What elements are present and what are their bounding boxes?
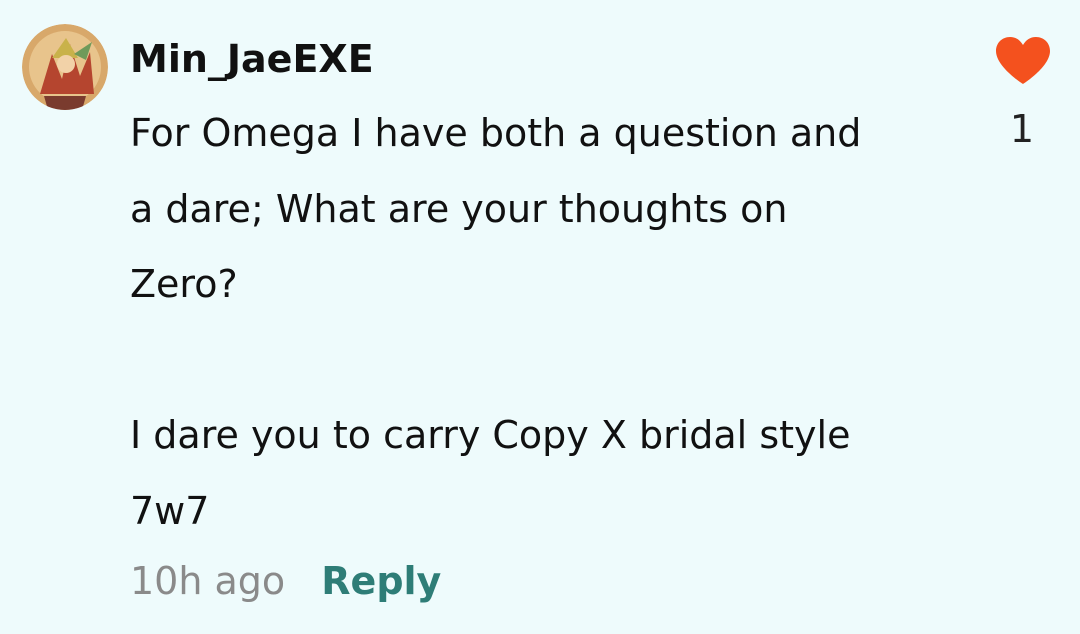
comment-text: For Omega I have both a question and a d…	[130, 96, 950, 549]
like-button[interactable]	[994, 36, 1052, 86]
avatar[interactable]	[22, 24, 108, 110]
comment-line: Zero?	[130, 262, 238, 306]
comment-line: a dare; What are your thoughts on	[130, 186, 788, 231]
comment-line: I dare you to carry Copy X bridal style	[130, 413, 851, 457]
timestamp: 10h ago	[130, 559, 286, 603]
avatar-icon	[22, 24, 108, 110]
heart-icon	[996, 37, 1050, 84]
comment-line: For Omega I have both a question and	[130, 111, 862, 155]
like-count: 1	[1009, 107, 1035, 151]
comment-line	[130, 323, 950, 399]
username[interactable]: Min_JaeEXE	[130, 36, 374, 82]
comment-line: 7w7	[130, 488, 210, 533]
comment-footer: 10h ago Reply	[130, 556, 441, 606]
reply-button[interactable]: Reply	[321, 559, 441, 603]
